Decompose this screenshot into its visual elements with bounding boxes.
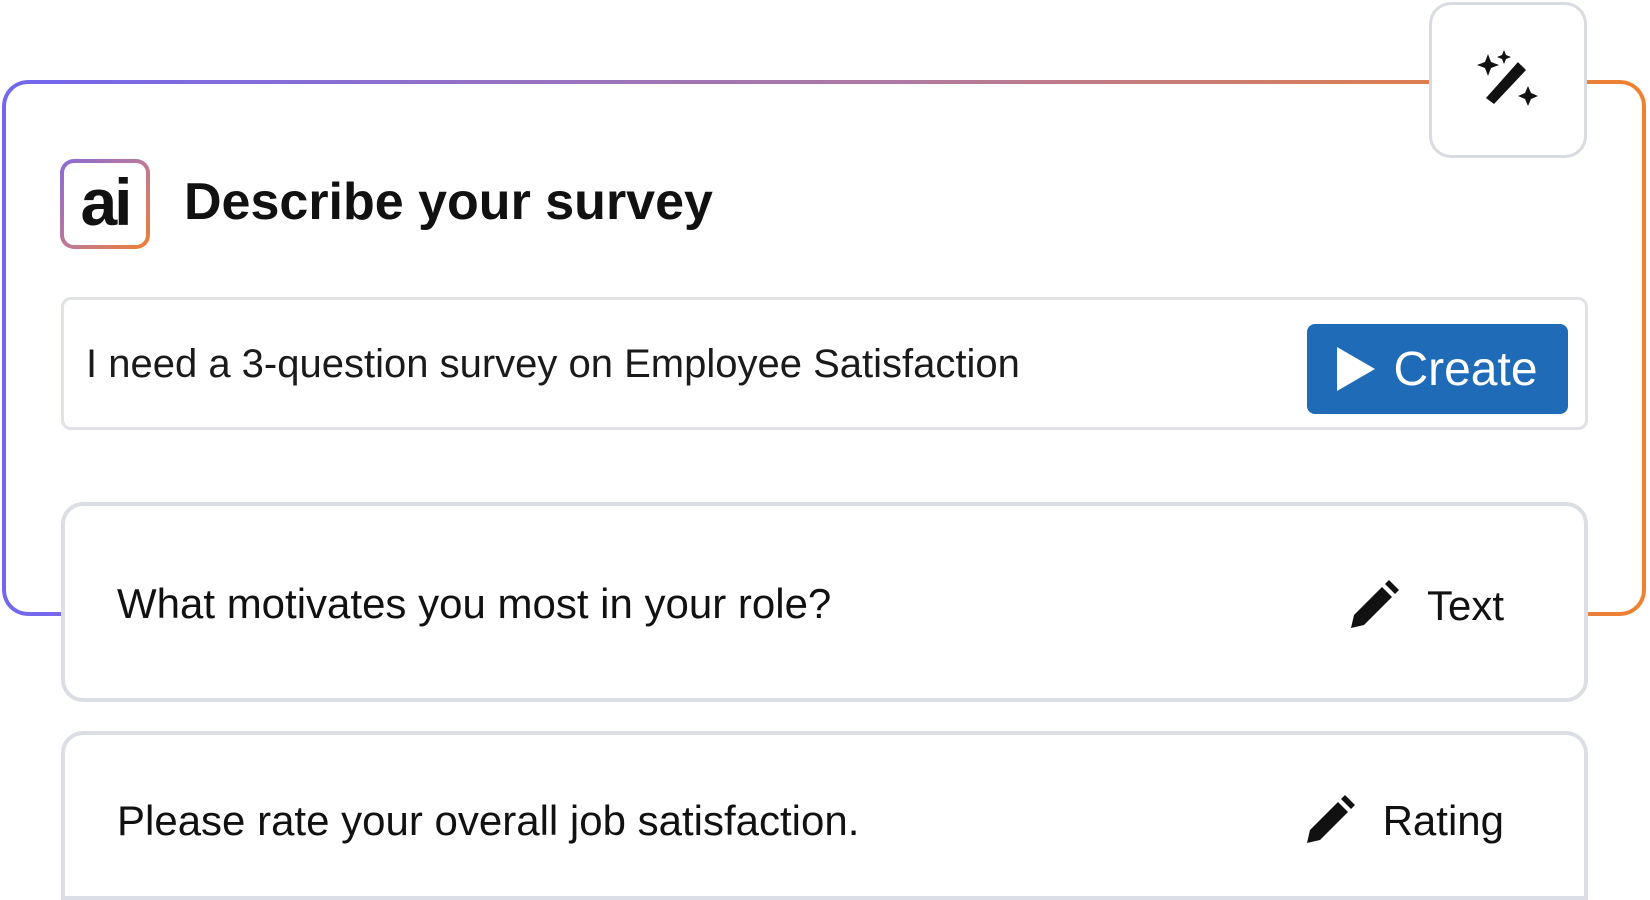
question-card: Please rate your overall job satisfactio… [61, 731, 1588, 900]
pencil-icon [1306, 795, 1355, 843]
question-text: Please rate your overall job satisfactio… [117, 797, 860, 844]
page-title: Describe your survey [184, 173, 713, 231]
question-type-edit[interactable]: Rating [1303, 795, 1504, 847]
magic-wand-button[interactable] [1429, 2, 1587, 158]
create-button-label: Create [1393, 342, 1538, 396]
survey-builder: ai Describe your survey Create What moti… [0, 0, 1650, 900]
survey-description-input[interactable] [86, 328, 1266, 400]
question-card: What motivates you most in your role? Te… [61, 502, 1588, 702]
create-button[interactable]: Create [1307, 324, 1568, 414]
pencil-icon [1350, 580, 1399, 628]
play-icon [1337, 347, 1376, 391]
question-type-edit[interactable]: Text [1347, 580, 1504, 632]
magic-wand-icon [1477, 50, 1538, 106]
question-type-label: Text [1426, 582, 1504, 629]
question-text: What motivates you most in your role? [117, 580, 832, 627]
ai-logo-badge: ai [60, 159, 150, 249]
prompt-box: Create [61, 297, 1588, 430]
question-type-label: Rating [1382, 797, 1504, 844]
